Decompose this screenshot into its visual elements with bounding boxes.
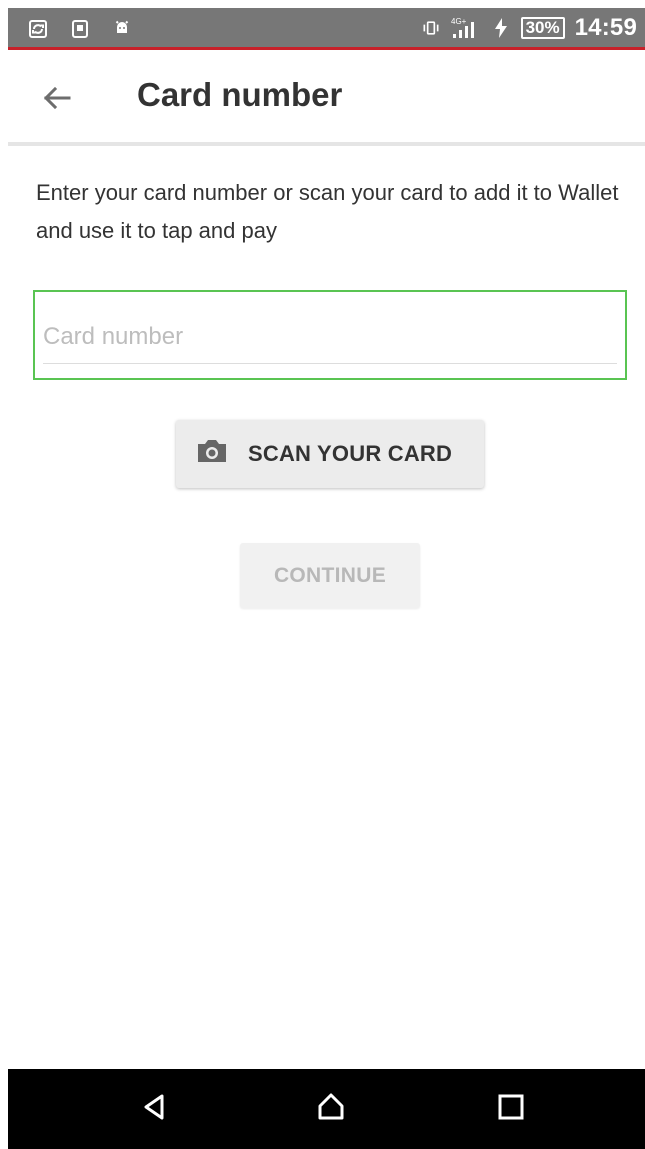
status-bar: 4G+ 30% 14:59 — [8, 8, 645, 50]
scan-card-label: SCAN YOUR CARD — [248, 441, 453, 466]
nav-home-button[interactable] — [310, 1088, 352, 1130]
nav-recents-icon — [496, 1092, 526, 1127]
back-arrow-icon — [39, 81, 73, 120]
sync-icon — [28, 19, 48, 39]
page-title: Card number — [137, 76, 343, 113]
camera-icon — [194, 436, 230, 472]
charging-icon — [491, 17, 511, 38]
nav-recents-button[interactable] — [490, 1088, 532, 1130]
card-number-field[interactable] — [33, 290, 627, 380]
app-bar: Card number — [8, 50, 645, 146]
battery-level: 30% — [525, 18, 560, 37]
status-left-icons — [28, 17, 132, 41]
nav-back-button[interactable] — [134, 1088, 176, 1130]
continue-button[interactable]: CONTINUE — [240, 543, 420, 608]
navigation-bar — [8, 1069, 645, 1149]
battery-icon: 30% — [520, 16, 565, 39]
scan-card-button[interactable]: SCAN YOUR CARD — [176, 420, 484, 488]
network-type-label: 4G+ — [451, 17, 467, 26]
nav-home-icon — [314, 1090, 348, 1129]
sim-icon — [70, 19, 90, 39]
card-number-input[interactable] — [43, 310, 617, 364]
status-time: 14:59 — [574, 13, 637, 41]
signal-icon: 4G+ — [451, 17, 481, 38]
continue-label: CONTINUE — [273, 563, 387, 587]
instruction-text: Enter your card number or scan your card… — [36, 180, 619, 243]
nav-back-icon — [138, 1090, 172, 1129]
status-right-icons: 4G+ 30% 14:59 — [421, 8, 637, 47]
android-icon — [112, 19, 132, 39]
vibrate-icon — [421, 18, 441, 38]
back-button[interactable] — [36, 80, 76, 120]
